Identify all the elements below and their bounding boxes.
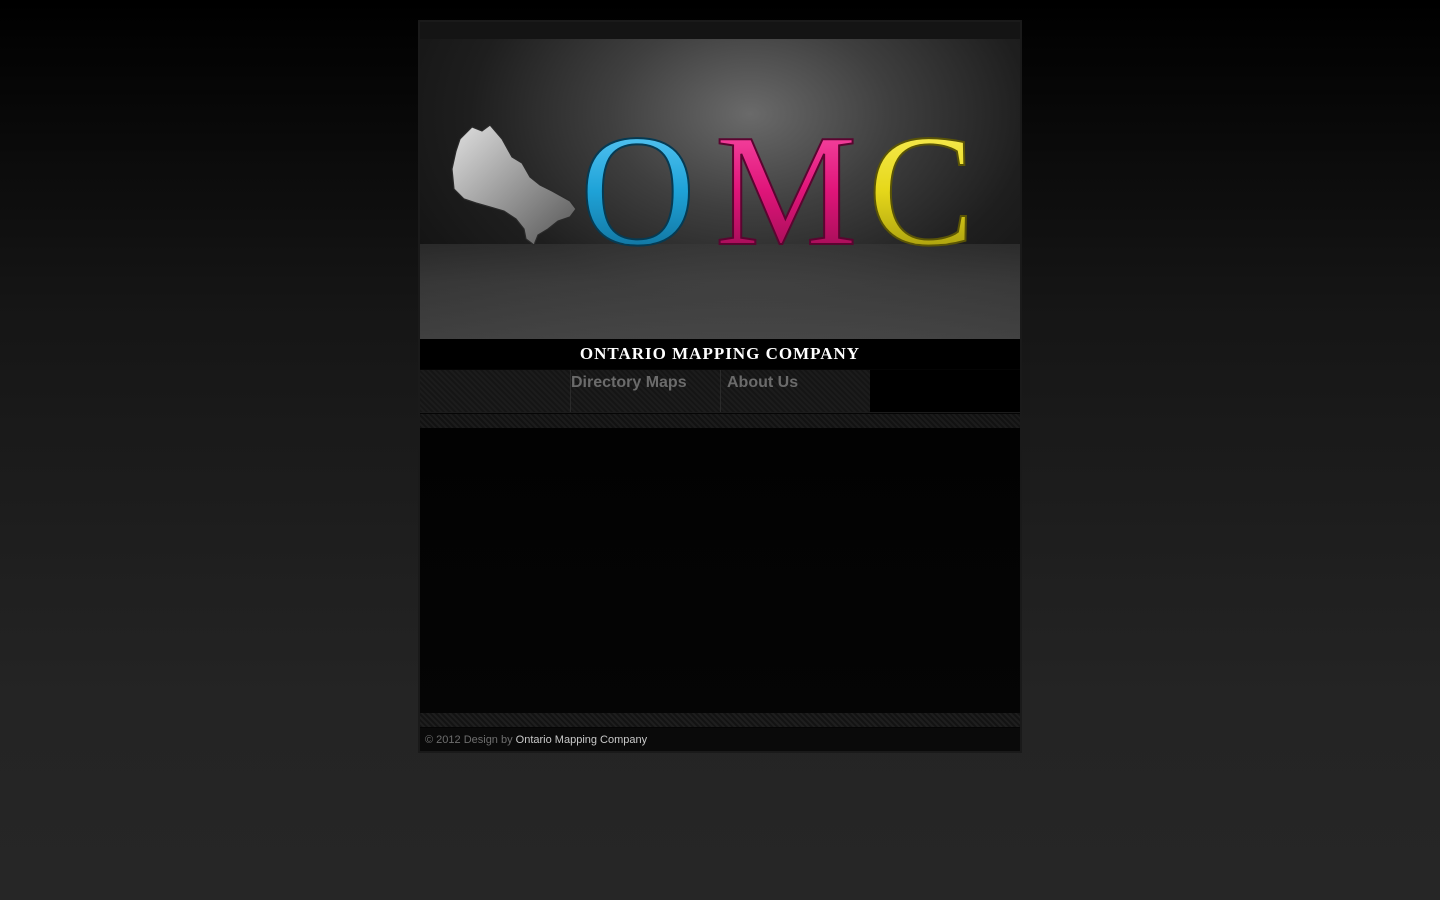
main-nav: Directory Maps About Us	[420, 370, 1020, 413]
top-strip	[420, 22, 1020, 40]
company-title: ONTARIO MAPPING COMPANY	[579, 344, 861, 363]
company-title-strip: ONTARIO MAPPING COMPANY	[420, 339, 1020, 369]
svg-text:O: O	[580, 209, 696, 339]
omc-logo: O M C O M C	[420, 100, 1020, 339]
svg-text:C: C	[868, 209, 975, 339]
nav-spacer	[420, 370, 570, 412]
footer: © 2012 Design by Ontario Mapping Company	[420, 728, 1020, 751]
divider-hatch-top	[420, 414, 1020, 428]
svg-text:M: M	[715, 209, 857, 339]
main-content	[420, 428, 1020, 713]
page-container: O M C O M C ONTARIO MAPPING COMPANY Dire…	[418, 20, 1022, 753]
divider-hatch-bottom	[420, 713, 1020, 727]
nav-link-about-us[interactable]: About Us	[721, 370, 870, 392]
nav-item-directory-maps[interactable]: Directory Maps	[570, 370, 720, 412]
ontario-map-icon	[451, 124, 577, 246]
footer-copyright: © 2012 Design by	[425, 734, 516, 746]
nav-item-about-us[interactable]: About Us	[720, 370, 870, 412]
nav-link-directory-maps[interactable]: Directory Maps	[571, 370, 720, 392]
header-banner: O M C O M C	[420, 39, 1020, 339]
footer-company-link[interactable]: Ontario Mapping Company	[516, 734, 647, 746]
